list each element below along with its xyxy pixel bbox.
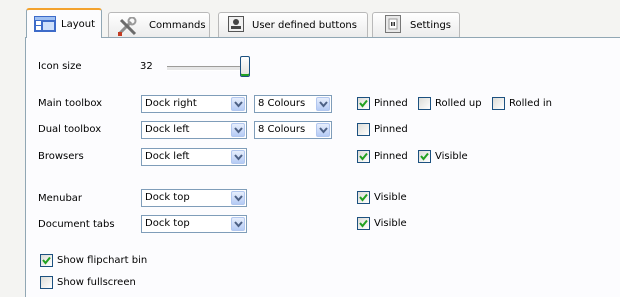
browsers-visible-checkbox[interactable] (418, 150, 431, 163)
tab-layout-label: Layout (61, 19, 95, 30)
document-tabs-visible-checkbox[interactable] (357, 217, 370, 230)
main-toolbox-rolled-in-checkbox[interactable] (492, 97, 505, 110)
browsers-dock-value: Dock left (145, 151, 190, 162)
dual-toolbox-colours-value: 8 Colours (258, 124, 306, 135)
tab-settings-label: Settings (410, 20, 452, 31)
dual-toolbox-dock-select[interactable]: Dock left (141, 121, 247, 139)
chevron-down-icon[interactable] (316, 97, 330, 111)
icon-size-value: 32 (140, 61, 153, 72)
main-toolbox-dock-select[interactable]: Dock right (141, 95, 247, 113)
show-fullscreen-label[interactable]: Show fullscreen (57, 277, 136, 288)
main-toolbox-rolled-up-label[interactable]: Rolled up (435, 98, 482, 109)
document-tabs-dock-value: Dock top (145, 218, 190, 229)
user-buttons-icon (228, 16, 250, 34)
menubar-dock-select[interactable]: Dock top (141, 189, 247, 207)
chevron-down-icon[interactable] (231, 97, 245, 111)
dual-toolbox-colours-select[interactable]: 8 Colours (254, 121, 332, 139)
document-tabs-label: Document tabs (38, 219, 115, 230)
main-toolbox-rolled-up-checkbox[interactable] (418, 97, 431, 110)
main-toolbox-colours-value: 8 Colours (258, 98, 306, 109)
chevron-down-icon[interactable] (231, 123, 245, 137)
browsers-pinned-label[interactable]: Pinned (374, 151, 408, 162)
main-toolbox-label: Main toolbox (38, 98, 103, 109)
browsers-label: Browsers (38, 151, 84, 162)
chevron-down-icon[interactable] (231, 217, 245, 231)
chevron-down-icon[interactable] (231, 191, 245, 205)
settings-icon (385, 15, 407, 33)
show-flipchart-bin-checkbox[interactable] (40, 254, 53, 267)
main-toolbox-rolled-in-label[interactable]: Rolled in (509, 98, 552, 109)
menubar-label: Menubar (38, 193, 83, 204)
tab-layout[interactable]: Layout (26, 8, 102, 38)
tab-commands[interactable]: Commands (108, 12, 210, 37)
layout-icon (34, 16, 56, 34)
chevron-down-icon[interactable] (316, 123, 330, 137)
icon-size-slider-thumb[interactable] (240, 56, 250, 77)
icon-size-slider-track[interactable] (167, 66, 247, 71)
show-fullscreen-checkbox[interactable] (40, 276, 53, 289)
chevron-down-icon[interactable] (231, 150, 245, 164)
dual-toolbox-label: Dual toolbox (38, 124, 102, 135)
tab-commands-label: Commands (149, 20, 206, 31)
icon-size-label: Icon size (38, 61, 82, 72)
browsers-visible-label[interactable]: Visible (435, 151, 468, 162)
main-toolbox-pinned-checkbox[interactable] (357, 97, 370, 110)
main-toolbox-colours-select[interactable]: 8 Colours (254, 95, 332, 113)
browsers-pinned-checkbox[interactable] (357, 150, 370, 163)
menubar-dock-value: Dock top (145, 192, 190, 203)
menubar-visible-label[interactable]: Visible (374, 192, 407, 203)
browsers-dock-select[interactable]: Dock left (141, 148, 247, 166)
document-tabs-dock-select[interactable]: Dock top (141, 215, 247, 233)
dual-toolbox-pinned-checkbox[interactable] (357, 123, 370, 136)
main-toolbox-pinned-label[interactable]: Pinned (374, 98, 408, 109)
show-flipchart-bin-label[interactable]: Show flipchart bin (57, 255, 147, 266)
tab-user-defined-buttons-label: User defined buttons (252, 20, 357, 31)
menubar-visible-checkbox[interactable] (357, 191, 370, 204)
tab-settings[interactable]: Settings (372, 12, 460, 37)
tools-icon (116, 16, 138, 36)
tab-user-defined-buttons[interactable]: User defined buttons (218, 12, 368, 37)
main-toolbox-dock-value: Dock right (145, 98, 197, 109)
dual-toolbox-dock-value: Dock left (145, 124, 190, 135)
dual-toolbox-pinned-label[interactable]: Pinned (374, 124, 408, 135)
document-tabs-visible-label[interactable]: Visible (374, 218, 407, 229)
